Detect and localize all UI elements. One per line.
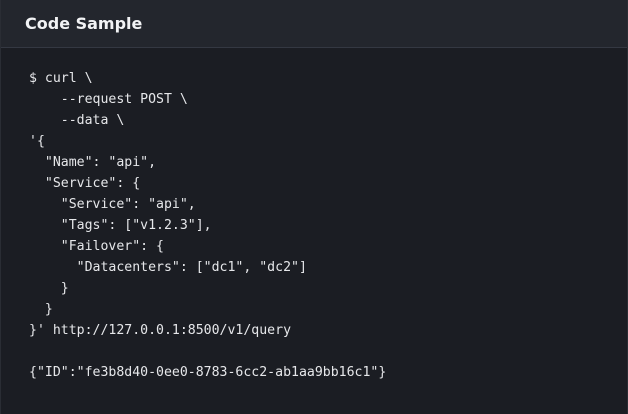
code-line: {"ID":"fe3b8d40-0ee0-8783-6cc2-ab1aa9bb1… — [29, 365, 387, 380]
code-line: "Service": "api", — [29, 197, 196, 212]
code-line: } — [29, 281, 69, 296]
code-line: "Name": "api", — [29, 155, 157, 170]
code-line: "Tags": ["v1.2.3"], — [29, 218, 212, 233]
code-line: $ curl \ — [29, 71, 93, 86]
code-line: "Datacenters": ["dc1", "dc2"] — [29, 260, 307, 275]
panel-title: Code Sample — [25, 14, 143, 33]
code-line: } — [29, 302, 53, 317]
code-block: $ curl \ --request POST \ --data \ '{ "N… — [1, 48, 627, 383]
panel-header: Code Sample — [1, 0, 627, 48]
code-line: --request POST \ — [29, 92, 188, 107]
code-line: --data \ — [29, 113, 125, 128]
code-text[interactable]: $ curl \ --request POST \ --data \ '{ "N… — [29, 68, 627, 383]
code-sample-panel: Code Sample $ curl \ --request POST \ --… — [0, 0, 628, 414]
code-line: "Service": { — [29, 176, 141, 191]
code-line: '{ — [29, 134, 45, 149]
code-line: }' http://127.0.0.1:8500/v1/query — [29, 323, 292, 338]
code-line: "Failover": { — [29, 239, 164, 254]
